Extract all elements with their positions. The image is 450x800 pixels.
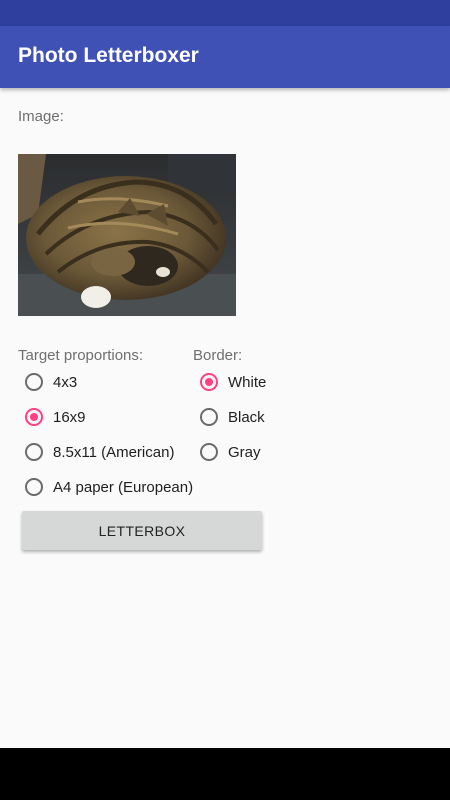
- app-bar: Photo Letterboxer: [0, 26, 450, 88]
- radio-button-8-5x11[interactable]: [25, 443, 43, 461]
- border-label: Border:: [193, 347, 243, 364]
- radio-label-black: Black: [228, 408, 265, 426]
- radio-4x3[interactable]: 4x3: [25, 367, 77, 397]
- radio-button-white[interactable]: [200, 373, 218, 391]
- letterbox-button[interactable]: LETTERBOX: [22, 511, 262, 550]
- radio-black[interactable]: Black: [200, 402, 265, 432]
- radio-button-4x3[interactable]: [25, 373, 43, 391]
- radio-button-16x9[interactable]: [25, 408, 43, 426]
- main-content: Image: Target proportions: Border: 4x3 1…: [0, 88, 450, 748]
- radio-label-16x9: 16x9: [53, 408, 86, 426]
- radio-a4[interactable]: A4 paper (European): [25, 472, 193, 502]
- radio-label-a4: A4 paper (European): [53, 478, 194, 496]
- radio-16x9[interactable]: 16x9: [25, 402, 86, 432]
- radio-label-white: White: [228, 373, 267, 391]
- radio-label-gray: Gray: [228, 443, 261, 461]
- radio-gray[interactable]: Gray: [200, 437, 261, 467]
- target-proportions-label: Target proportions:: [18, 347, 144, 364]
- radio-white[interactable]: White: [200, 367, 266, 397]
- radio-8-5x11[interactable]: 8.5x11 (American): [25, 437, 174, 467]
- radio-button-gray[interactable]: [200, 443, 218, 461]
- navigation-bar: [0, 748, 450, 800]
- radio-label-8-5x11: 8.5x11 (American): [53, 443, 175, 461]
- radio-button-black[interactable]: [200, 408, 218, 426]
- radio-button-a4[interactable]: [25, 478, 43, 496]
- radio-label-4x3: 4x3: [53, 373, 78, 391]
- app-title: Photo Letterboxer: [18, 44, 199, 67]
- cat-photo-drawing: [18, 154, 236, 316]
- image-label: Image:: [18, 108, 64, 125]
- status-bar: [0, 0, 450, 26]
- cat-photo: [18, 154, 236, 316]
